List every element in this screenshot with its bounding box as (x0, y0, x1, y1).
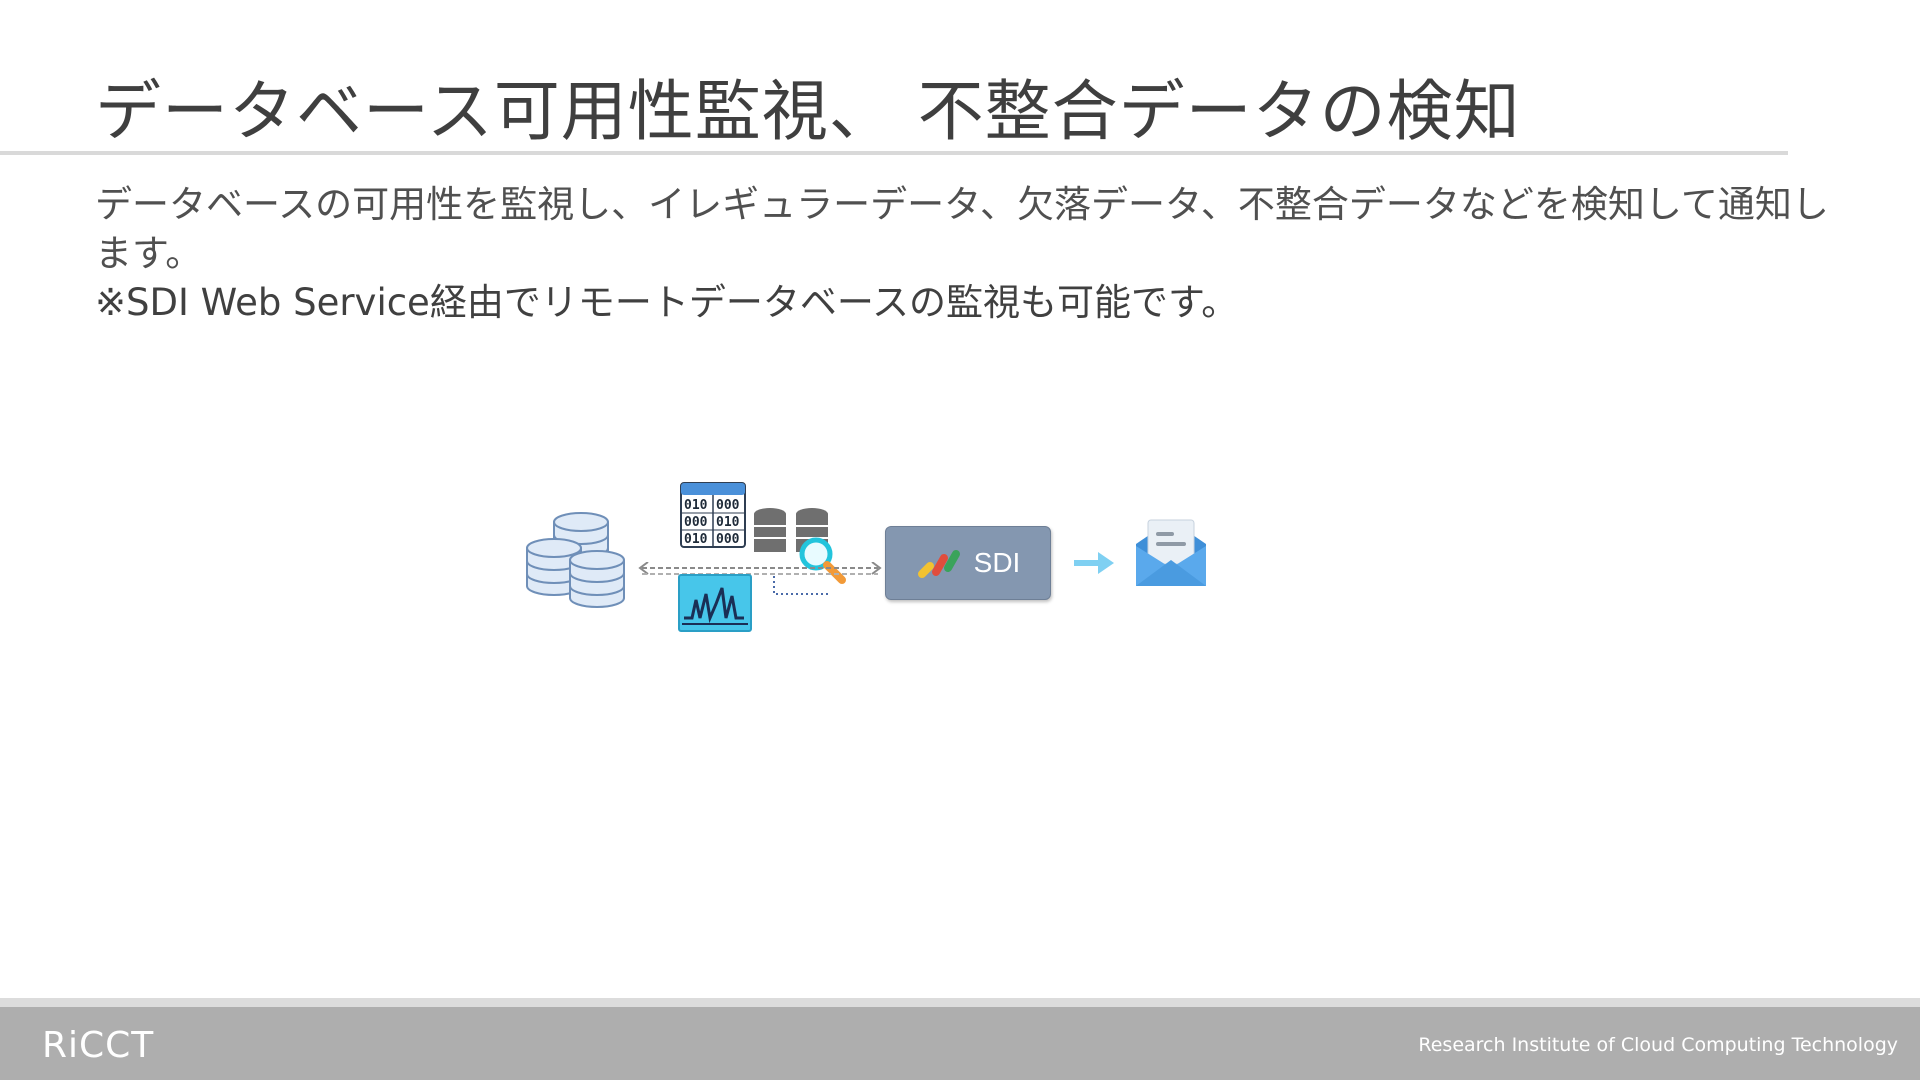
binary-cell: 000 (716, 532, 740, 547)
footer-logo: RiCCT (42, 1025, 155, 1066)
binary-cell: 010 (684, 498, 708, 513)
sdi-service-box: SDI (885, 526, 1051, 600)
slide-title: データベース可用性監視、 不整合データの検知 (95, 73, 1521, 150)
footer-stripe (0, 998, 1920, 1007)
binary-data-icon: 010 000 000 010 010 000 (680, 482, 746, 548)
title-divider (0, 151, 1788, 155)
database-cluster-icon (526, 512, 625, 608)
monitoring-diagram: 010 000 000 010 010 000 SDI (520, 478, 1220, 638)
body-paragraph-2: ※SDI Web Service経由でリモートデータベースの監視も可能です。 (95, 281, 1239, 324)
connector-lines (638, 562, 882, 595)
mail-notification-icon (1136, 519, 1206, 586)
sdi-label: SDI (973, 547, 1021, 578)
binary-cell: 010 (716, 515, 740, 530)
sdi-logo-icon (917, 550, 960, 578)
footer-tagline: Research Institute of Cloud Computing Te… (1418, 1034, 1898, 1056)
waveform-monitor-icon (678, 574, 752, 632)
binary-cell: 000 (716, 498, 740, 513)
footer-bar: RiCCT Research Institute of Cloud Comput… (0, 1007, 1920, 1080)
right-arrow-icon (1074, 552, 1114, 574)
binary-cell: 010 (684, 532, 708, 547)
body-paragraph-1: データベースの可用性を監視し、イレギュラーデータ、欠落データ、不整合データなどを… (95, 183, 1829, 275)
body-text: データベースの可用性を監視し、イレギュラーデータ、欠落データ、不整合データなどを… (95, 180, 1855, 327)
binary-cell: 000 (684, 515, 708, 530)
